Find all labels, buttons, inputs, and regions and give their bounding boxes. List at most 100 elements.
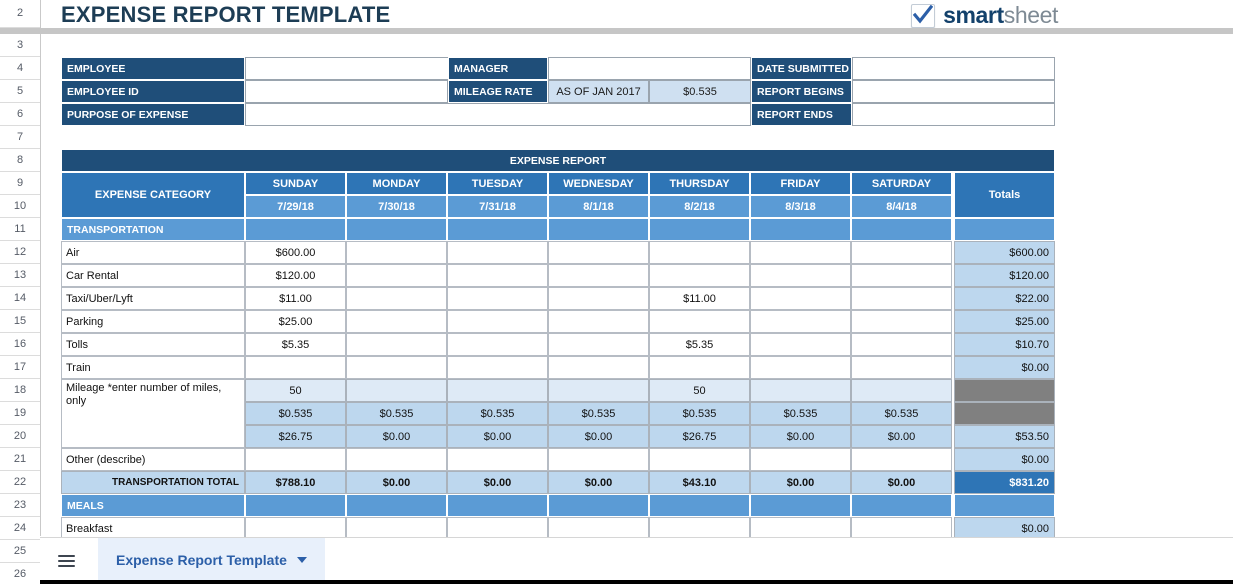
transportation-total-5: $0.00 [750, 471, 851, 494]
cell-5-1[interactable] [346, 356, 447, 379]
cell-3-6[interactable] [851, 310, 952, 333]
cell-3-1[interactable] [346, 310, 447, 333]
cell-2-1[interactable] [346, 287, 447, 310]
cell-other-5[interactable] [750, 448, 851, 471]
cell-1-1[interactable] [346, 264, 447, 287]
purpose-of-expense-input[interactable] [245, 103, 751, 126]
cell-5-2[interactable] [447, 356, 548, 379]
row-header-20[interactable]: 20 [0, 425, 40, 448]
cell-3-3[interactable] [548, 310, 649, 333]
cell-4-3[interactable] [548, 333, 649, 356]
cell-3-4[interactable] [649, 310, 750, 333]
row-header-5[interactable]: 5 [0, 80, 40, 103]
cell-other-1[interactable] [346, 448, 447, 471]
cell-1-4[interactable] [649, 264, 750, 287]
cell-0-3[interactable] [548, 241, 649, 264]
row-header-10[interactable]: 10 [0, 195, 40, 218]
row-header-4[interactable]: 4 [0, 57, 40, 80]
cell-4-1[interactable] [346, 333, 447, 356]
row-header-15[interactable]: 15 [0, 310, 40, 333]
row-header-9[interactable]: 9 [0, 172, 40, 195]
mileage-miles-6[interactable] [851, 379, 952, 402]
cell-5-6[interactable] [851, 356, 952, 379]
cell-2-6[interactable] [851, 287, 952, 310]
cell-other-4[interactable] [649, 448, 750, 471]
cell-2-4[interactable]: $11.00 [649, 287, 750, 310]
report-ends-input[interactable] [852, 103, 1055, 126]
row-header-7[interactable]: 7 [0, 126, 40, 149]
cell-1-0[interactable]: $120.00 [245, 264, 346, 287]
row-label-parking: Parking [61, 310, 245, 333]
chevron-down-icon[interactable] [296, 556, 307, 563]
cell-0-6[interactable] [851, 241, 952, 264]
row-header-24[interactable]: 24 [0, 517, 40, 540]
cell-other-3[interactable] [548, 448, 649, 471]
cell-4-0[interactable]: $5.35 [245, 333, 346, 356]
employee-id-input[interactable] [245, 80, 448, 103]
mileage-miles-2[interactable] [447, 379, 548, 402]
mileage-amount-2: $0.00 [447, 425, 548, 448]
date-submitted-label: DATE SUBMITTED [751, 57, 852, 80]
mileage-amount-0: $26.75 [245, 425, 346, 448]
row-header-26[interactable]: 26 [0, 563, 40, 584]
row-header-6[interactable]: 6 [0, 103, 40, 126]
cell-0-0[interactable]: $600.00 [245, 241, 346, 264]
cell-1-2[interactable] [447, 264, 548, 287]
cell-2-0[interactable]: $11.00 [245, 287, 346, 310]
section-band-cell [346, 494, 447, 517]
hamburger-icon[interactable] [42, 538, 90, 584]
cell-3-5[interactable] [750, 310, 851, 333]
row-header-2[interactable]: 2 [0, 0, 40, 28]
cell-other-6[interactable] [851, 448, 952, 471]
row-header-13[interactable]: 13 [0, 264, 40, 287]
cell-other-0[interactable] [245, 448, 346, 471]
mileage-miles-1[interactable] [346, 379, 447, 402]
cell-0-5[interactable] [750, 241, 851, 264]
row-header-14[interactable]: 14 [0, 287, 40, 310]
expense-category-header: EXPENSE CATEGORY [61, 172, 245, 218]
cell-2-2[interactable] [447, 287, 548, 310]
row-header-19[interactable]: 19 [0, 402, 40, 425]
mileage-miles-5[interactable] [750, 379, 851, 402]
cell-5-5[interactable] [750, 356, 851, 379]
row-header-12[interactable]: 12 [0, 241, 40, 264]
mileage-miles-4[interactable]: 50 [649, 379, 750, 402]
row-header-21[interactable]: 21 [0, 448, 40, 471]
date-submitted-input[interactable] [852, 57, 1055, 80]
smartsheet-wordmark: smartsheet [943, 2, 1058, 29]
cell-5-0[interactable] [245, 356, 346, 379]
mileage-miles-3[interactable] [548, 379, 649, 402]
row-header-16[interactable]: 16 [0, 333, 40, 356]
cell-5-3[interactable] [548, 356, 649, 379]
sheet-tab-expense-report-template[interactable]: Expense Report Template [98, 538, 325, 584]
cell-1-6[interactable] [851, 264, 952, 287]
row-header-3[interactable]: 3 [0, 34, 40, 57]
cell-2-5[interactable] [750, 287, 851, 310]
section-band-cell [447, 494, 548, 517]
cell-1-3[interactable] [548, 264, 649, 287]
manager-input[interactable] [548, 57, 751, 80]
row-header-11[interactable]: 11 [0, 218, 40, 241]
mileage-miles-0[interactable]: 50 [245, 379, 346, 402]
cell-0-1[interactable] [346, 241, 447, 264]
row-header-8[interactable]: 8 [0, 149, 40, 172]
cell-5-4[interactable] [649, 356, 750, 379]
row-header-22[interactable]: 22 [0, 471, 40, 494]
cell-3-0[interactable]: $25.00 [245, 310, 346, 333]
cell-1-5[interactable] [750, 264, 851, 287]
cell-0-2[interactable] [447, 241, 548, 264]
row-header-25[interactable]: 25 [0, 540, 40, 563]
row-header-17[interactable]: 17 [0, 356, 40, 379]
cell-0-4[interactable] [649, 241, 750, 264]
cell-3-2[interactable] [447, 310, 548, 333]
day-date-5: 8/3/18 [750, 195, 851, 218]
report-begins-input[interactable] [852, 80, 1055, 103]
cell-other-2[interactable] [447, 448, 548, 471]
cell-4-6[interactable] [851, 333, 952, 356]
row-header-18[interactable]: 18 [0, 379, 40, 402]
cell-2-3[interactable] [548, 287, 649, 310]
cell-4-4[interactable]: $5.35 [649, 333, 750, 356]
cell-4-2[interactable] [447, 333, 548, 356]
cell-4-5[interactable] [750, 333, 851, 356]
row-header-23[interactable]: 23 [0, 494, 40, 517]
